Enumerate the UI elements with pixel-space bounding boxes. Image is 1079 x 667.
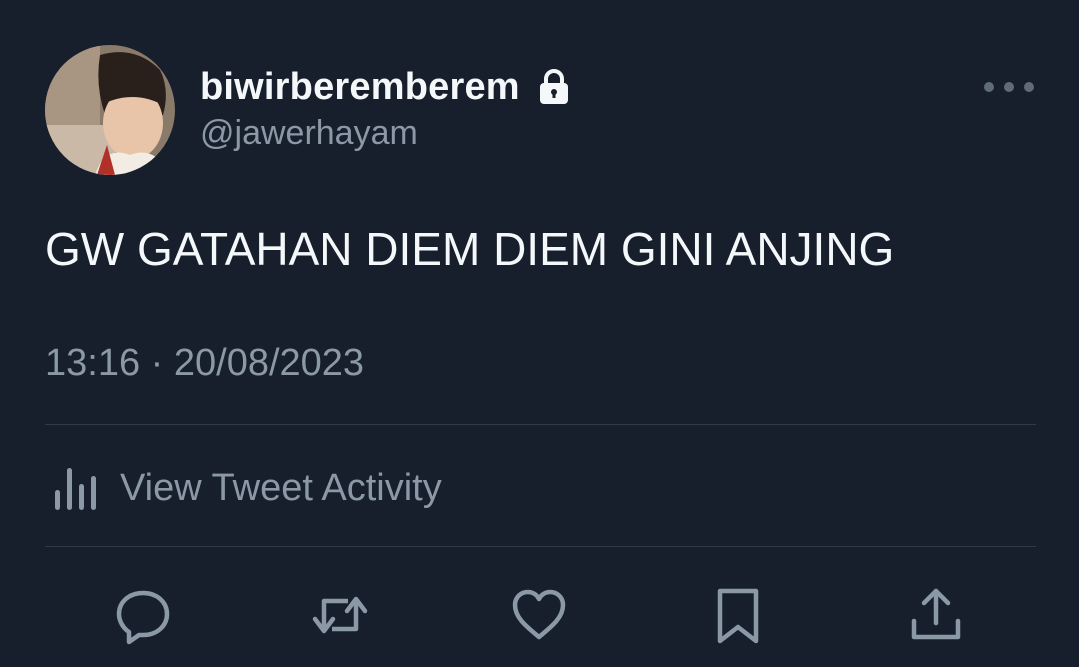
view-tweet-activity-label: View Tweet Activity <box>120 466 442 509</box>
bookmark-button[interactable] <box>703 580 773 650</box>
bookmark-icon <box>717 588 759 644</box>
avatar[interactable] <box>45 45 175 175</box>
display-name-row: biwirberemberem <box>200 62 570 112</box>
divider <box>45 546 1036 547</box>
tweet-text: GW GATAHAN DIEM DIEM GINI ANJING <box>45 223 895 275</box>
tweet-detail: biwirberemberem @jawerhayam GW GATAHAN D… <box>0 0 1079 667</box>
lock-icon <box>538 68 570 106</box>
more-options-icon[interactable] <box>980 74 1038 100</box>
like-button[interactable] <box>504 580 574 650</box>
reply-button[interactable] <box>108 580 178 650</box>
display-name[interactable]: biwirberemberem <box>200 66 520 109</box>
heart-icon <box>512 589 566 640</box>
retweet-button[interactable] <box>305 580 375 650</box>
reply-icon <box>116 590 170 645</box>
user-handle[interactable]: @jawerhayam <box>200 114 418 153</box>
share-icon <box>911 588 961 640</box>
tweet-actions-bar <box>0 580 1079 650</box>
share-button[interactable] <box>901 580 971 650</box>
view-tweet-activity-button[interactable]: View Tweet Activity <box>52 460 442 516</box>
bar-chart-icon <box>52 464 100 512</box>
tweet-timestamp[interactable]: 13:16 · 20/08/2023 <box>45 342 364 385</box>
retweet-icon <box>312 596 368 634</box>
divider <box>45 424 1036 425</box>
